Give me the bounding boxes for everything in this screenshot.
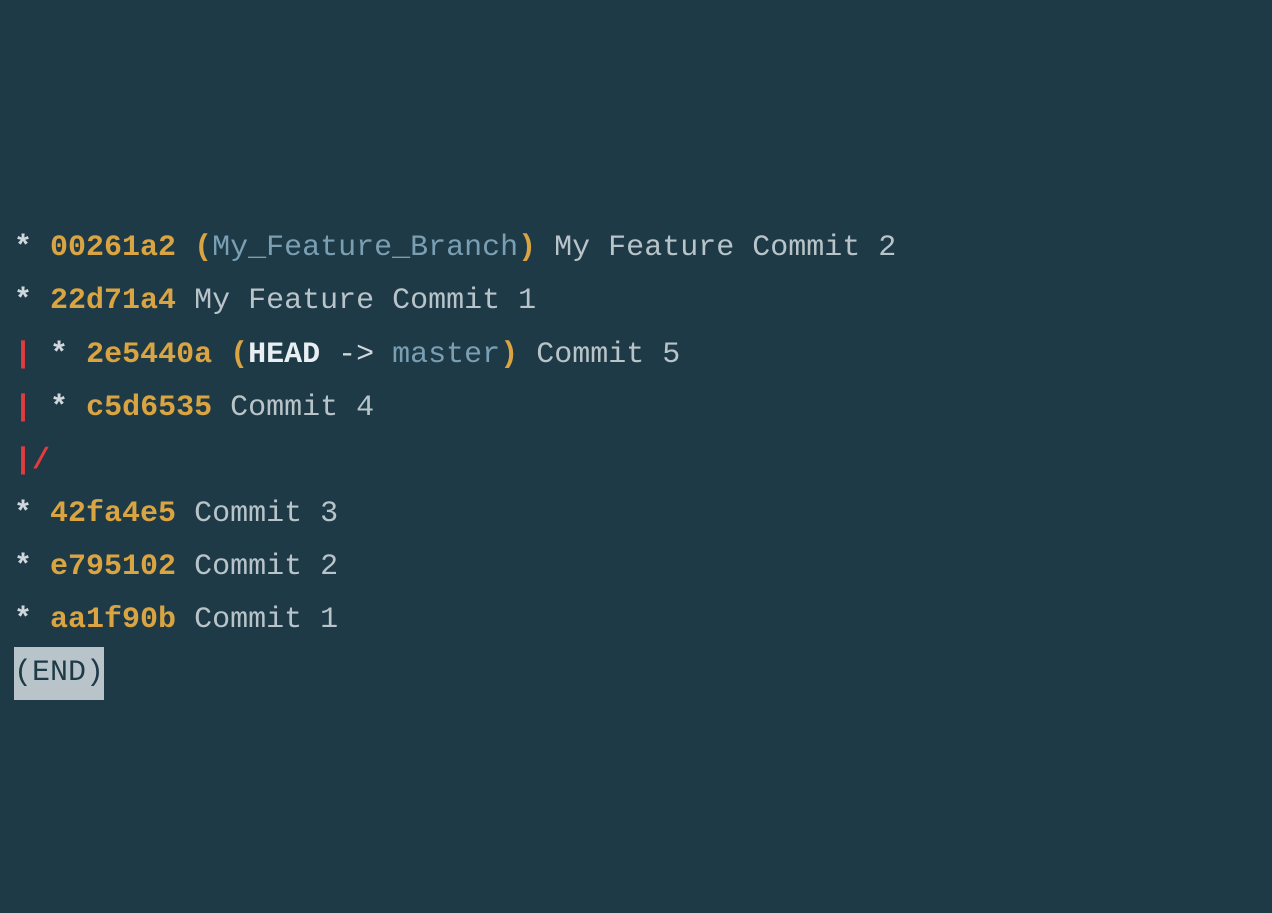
commit-message: My Feature Commit 1	[176, 284, 536, 318]
graph-star: *	[50, 338, 68, 372]
git-log-line: | * c5d6535 Commit 4	[14, 382, 1258, 435]
graph-pipe: |	[14, 444, 32, 478]
graph-slash: /	[32, 444, 50, 478]
graph-star: *	[50, 391, 68, 425]
commit-message: Commit 5	[518, 338, 680, 372]
git-log-line: * 22d71a4 My Feature Commit 1	[14, 275, 1258, 328]
graph-star: *	[14, 284, 32, 318]
commit-message: Commit 4	[212, 391, 374, 425]
ref-branch: My_Feature_Branch	[212, 231, 518, 265]
commit-hash: c5d6535	[86, 391, 212, 425]
graph-pipe: |	[14, 391, 32, 425]
commit-message: Commit 1	[176, 603, 338, 637]
graph-pipe: |	[14, 338, 32, 372]
git-log-line: * e795102 Commit 2	[14, 541, 1258, 594]
ref-master: master	[392, 338, 500, 372]
ref-arrow: ->	[320, 338, 392, 372]
commit-hash: 2e5440a	[86, 338, 212, 372]
commit-message: My Feature Commit 2	[536, 231, 896, 265]
git-log-line: |/	[14, 435, 1258, 488]
graph-star: *	[14, 550, 32, 584]
git-log-line: | * 2e5440a (HEAD -> master) Commit 5	[14, 329, 1258, 382]
graph-star: *	[14, 231, 32, 265]
paren-close: )	[518, 231, 536, 265]
git-log-line: * aa1f90b Commit 1	[14, 594, 1258, 647]
commit-hash: 22d71a4	[50, 284, 176, 318]
git-log-line: * 42fa4e5 Commit 3	[14, 488, 1258, 541]
commit-message: Commit 2	[176, 550, 338, 584]
commit-message: Commit 3	[176, 497, 338, 531]
paren-open: (	[194, 231, 212, 265]
graph-star: *	[14, 497, 32, 531]
commit-hash: e795102	[50, 550, 176, 584]
ref-head: HEAD	[248, 338, 320, 372]
commit-hash: 42fa4e5	[50, 497, 176, 531]
paren-close: )	[500, 338, 518, 372]
pager-end-marker: (END)	[14, 647, 104, 700]
paren-open: (	[230, 338, 248, 372]
git-log-line: * 00261a2 (My_Feature_Branch) My Feature…	[14, 222, 1258, 275]
commit-hash: aa1f90b	[50, 603, 176, 637]
commit-hash: 00261a2	[50, 231, 176, 265]
graph-star: *	[14, 603, 32, 637]
